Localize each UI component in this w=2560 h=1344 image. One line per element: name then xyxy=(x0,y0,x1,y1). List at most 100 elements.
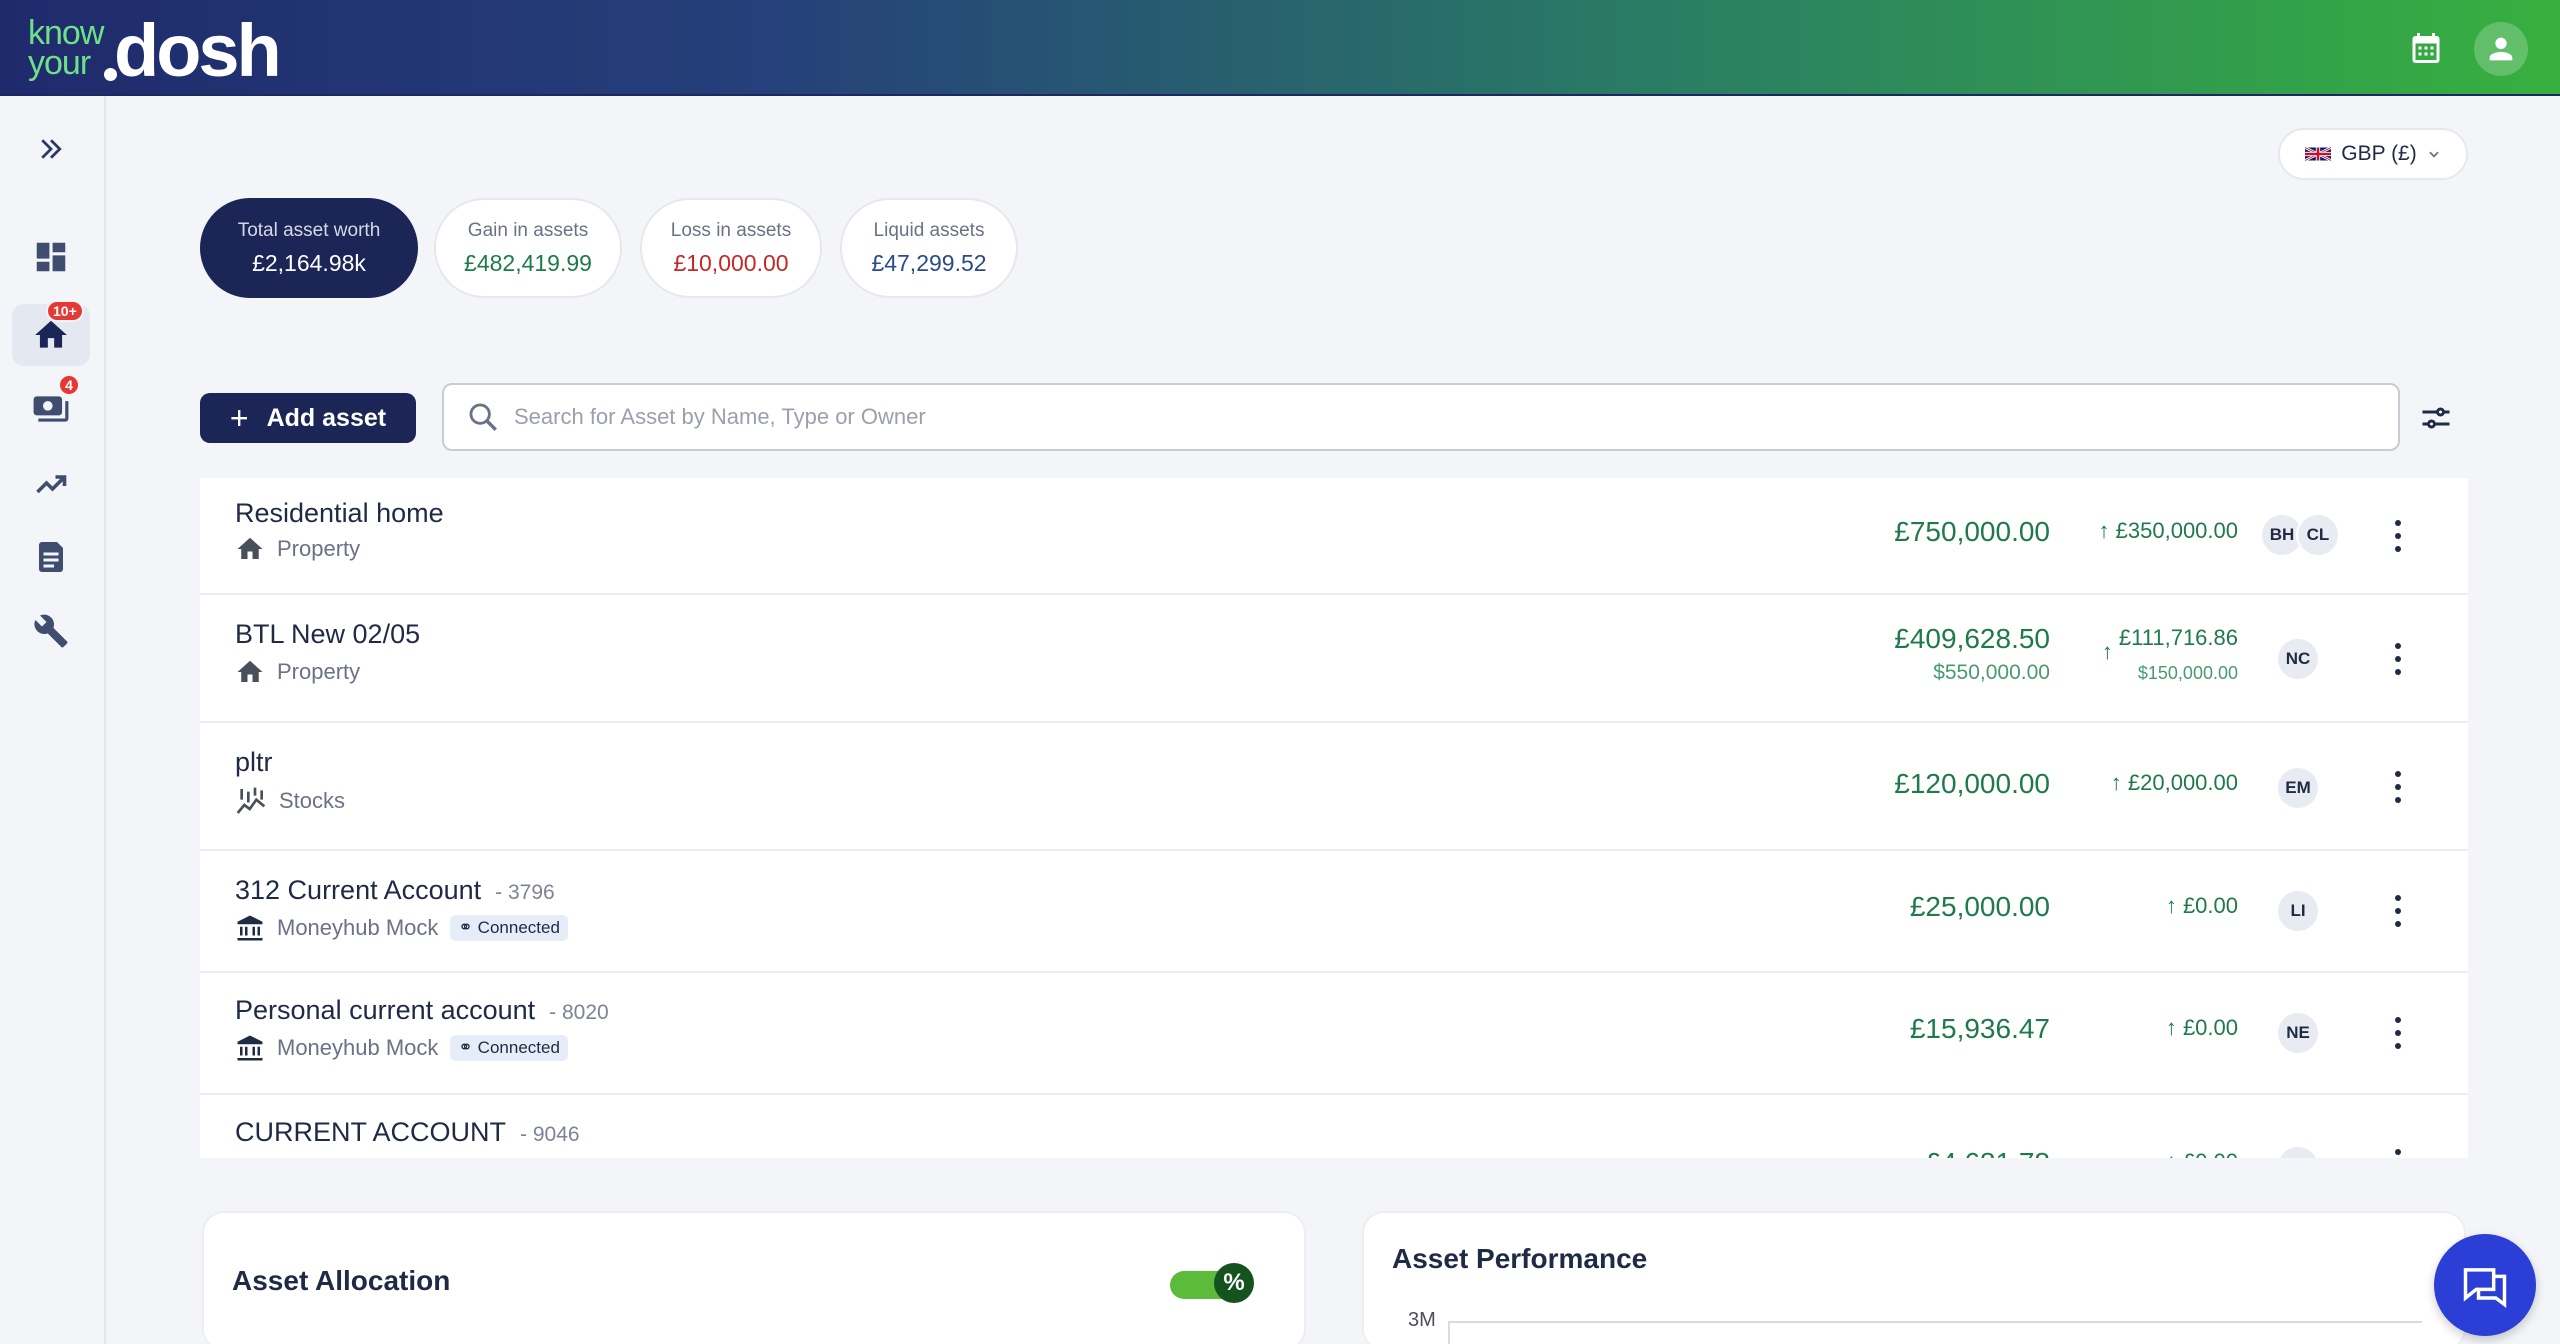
cash-badge: 4 xyxy=(58,374,80,396)
asset-value: £25,000.00 xyxy=(1909,891,2050,922)
stocks-icon xyxy=(236,787,266,814)
sidebar-item-performance[interactable] xyxy=(12,452,90,514)
asset-type: Moneyhub Mock ⚭ Connected xyxy=(235,913,568,943)
owner-avatar[interactable]: EM xyxy=(2276,766,2320,810)
search-box[interactable] xyxy=(442,383,2400,451)
asset-performance-card: Asset Performance 3M xyxy=(1362,1211,2466,1344)
asset-value: £120,000.00 xyxy=(1894,768,2050,799)
y-axis-line xyxy=(1448,1321,1450,1344)
home-icon xyxy=(237,537,263,559)
logo[interactable]: know your dosh xyxy=(26,9,316,92)
calendar-icon[interactable] xyxy=(2408,30,2444,66)
asset-row[interactable]: Residential home Property £750,000.00 ↑ … xyxy=(200,478,2468,595)
asset-value: £15,936.47 xyxy=(1909,1013,2050,1044)
card-title: Asset Performance xyxy=(1392,1243,1648,1274)
asset-change: ↑ £0.00 xyxy=(2165,1015,2238,1040)
more-options-icon[interactable] xyxy=(2390,767,2406,807)
owner-avatar[interactable]: NE xyxy=(2276,1011,2320,1055)
asset-name[interactable]: pltr xyxy=(235,747,273,778)
owner-avatar[interactable]: VA xyxy=(2276,1145,2320,1158)
search-input[interactable] xyxy=(514,404,2314,430)
sidebar-expand-button[interactable] xyxy=(12,118,90,180)
stat-total-asset-worth[interactable]: Total asset worth £2,164.98k xyxy=(200,198,418,298)
stat-gain-in-assets[interactable]: Gain in assets £482,419.99 xyxy=(434,198,622,298)
connected-badge: ⚭ Connected xyxy=(450,1035,568,1061)
asset-name[interactable]: Personal current account - 8020 xyxy=(235,995,609,1026)
stat-value: £482,419.99 xyxy=(464,249,592,276)
sidebar: 10+ 4 xyxy=(0,96,106,1344)
asset-row[interactable]: 312 Current Account - 3796 Moneyhub Mock … xyxy=(200,851,2468,973)
stat-value: £2,164.98k xyxy=(252,249,366,276)
currency-selector[interactable]: GBP (£) xyxy=(2278,128,2468,180)
sidebar-item-cash[interactable]: 4 xyxy=(12,374,90,440)
chat-icon xyxy=(2463,1268,2507,1308)
asset-change: ↑ £0.00 xyxy=(2166,1149,2238,1158)
money-icon xyxy=(33,396,69,422)
more-options-icon[interactable] xyxy=(2390,516,2406,556)
owner-avatar[interactable]: CL xyxy=(2296,513,2340,557)
asset-type: Property xyxy=(235,534,360,564)
more-options-icon[interactable] xyxy=(2390,891,2406,931)
asset-change: ↑£111,716.86 xyxy=(2101,625,2238,664)
percent-icon: % xyxy=(1214,1263,1254,1303)
trend-icon xyxy=(36,475,67,494)
tools-icon xyxy=(34,614,68,648)
asset-type: Stocks xyxy=(235,785,345,817)
logo-know-your: know your xyxy=(28,14,104,82)
connected-badge: ⚭ Connected xyxy=(450,915,568,941)
asset-row[interactable]: CURRENT ACCOUNT- 9046 £4,681.78 ↑ £0.00 … xyxy=(200,1095,2468,1158)
sidebar-item-reports[interactable] xyxy=(12,526,90,588)
asset-type: Moneyhub Mock ⚭ Connected xyxy=(235,1033,568,1063)
asset-value: £750,000.00 xyxy=(1894,516,2050,547)
y-axis-tick: 3M xyxy=(1408,1309,1436,1331)
assets-badge: 10+ xyxy=(46,300,84,322)
stat-label: Gain in assets xyxy=(467,219,589,241)
more-options-icon[interactable] xyxy=(2390,639,2406,679)
stat-label: Total asset worth xyxy=(237,219,381,241)
link-icon: ⚭ xyxy=(458,918,473,937)
stat-value: £10,000.00 xyxy=(673,249,789,276)
asset-row[interactable]: pltr Stocks £120,000.00 ↑ £20,000.00 EM xyxy=(200,723,2468,851)
more-options-icon[interactable] xyxy=(2390,1145,2406,1158)
asset-value-original: $550,000.00 xyxy=(1933,661,2050,684)
asset-type: Property xyxy=(235,657,360,687)
asset-name[interactable]: BTL New 02/05 xyxy=(235,619,420,650)
asset-change-original: $150,000.00 xyxy=(2137,663,2238,683)
asset-change: ↑ £20,000.00 xyxy=(2110,770,2238,795)
percent-toggle[interactable]: % xyxy=(1170,1263,1254,1303)
more-options-icon[interactable] xyxy=(2390,1013,2406,1053)
document-icon xyxy=(39,542,63,572)
asset-value: £409,628.50 xyxy=(1894,623,2050,654)
stat-label: Loss in assets xyxy=(670,219,792,241)
link-icon: ⚭ xyxy=(458,1038,473,1057)
account-number: - 3796 xyxy=(495,881,555,904)
asset-allocation-card: Asset Allocation % xyxy=(202,1211,1306,1344)
bank-icon xyxy=(237,915,263,941)
filter-icon[interactable] xyxy=(2418,400,2454,436)
asset-list: Residential home Property £750,000.00 ↑ … xyxy=(200,478,2468,1158)
asset-row[interactable]: BTL New 02/05 Property £409,628.50 $550,… xyxy=(200,595,2468,723)
owner-avatar[interactable]: LI xyxy=(2276,889,2320,933)
user-icon[interactable] xyxy=(2474,22,2528,76)
asset-row[interactable]: Personal current account - 8020 Moneyhub … xyxy=(200,973,2468,1095)
sidebar-item-dashboard[interactable] xyxy=(12,226,90,288)
chat-button[interactable] xyxy=(2434,1234,2536,1336)
asset-name[interactable]: CURRENT ACCOUNT - 9046 xyxy=(235,1117,580,1148)
asset-value: £4,681.78 xyxy=(1925,1147,2050,1158)
sidebar-item-tools[interactable] xyxy=(12,600,90,662)
currency-label: GBP (£) xyxy=(2341,142,2417,165)
chevron-down-icon xyxy=(2429,151,2439,158)
chevrons-right-icon xyxy=(41,139,62,159)
uk-flag-icon xyxy=(2305,146,2332,162)
add-asset-button[interactable]: + Add asset xyxy=(200,393,416,443)
sidebar-item-assets[interactable]: 10+ xyxy=(12,300,90,366)
owner-avatar[interactable]: NC xyxy=(2276,637,2320,681)
stat-liquid-assets[interactable]: Liquid assets £47,299.52 xyxy=(840,198,1018,298)
add-asset-label: Add asset xyxy=(266,403,387,432)
asset-name[interactable]: 312 Current Account - 3796 xyxy=(235,875,555,906)
top-bar: know your dosh xyxy=(0,0,2560,96)
search-icon xyxy=(469,403,497,431)
asset-name[interactable]: Residential home xyxy=(235,498,444,529)
stat-loss-in-assets[interactable]: Loss in assets £10,000.00 xyxy=(640,198,822,298)
plus-icon: + xyxy=(229,400,249,436)
